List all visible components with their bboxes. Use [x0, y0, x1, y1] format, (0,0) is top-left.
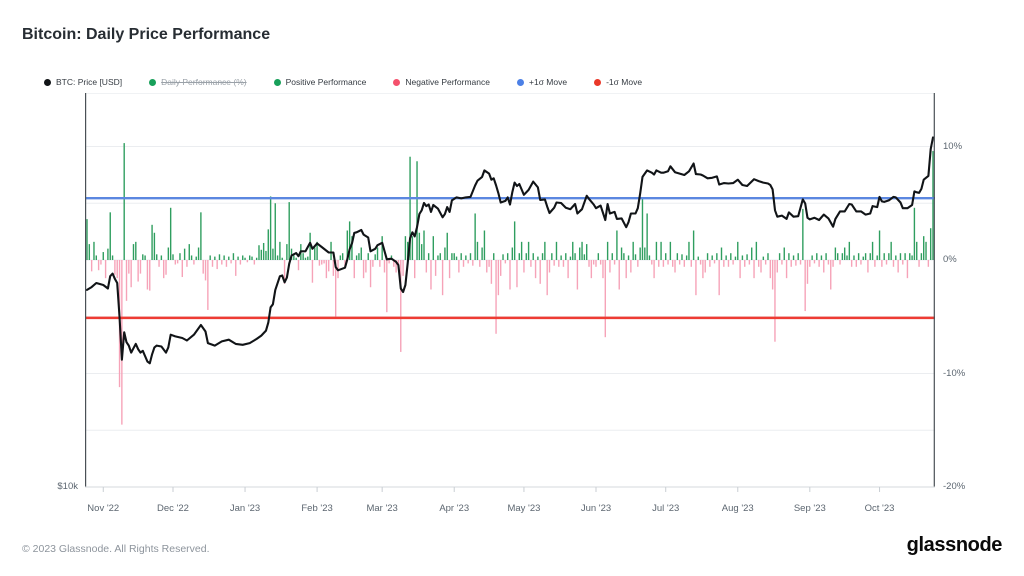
- x-axis-month-label: Jun '23: [566, 503, 626, 514]
- daily-performance-bars: [87, 143, 933, 424]
- btc-price-line: [87, 137, 933, 363]
- x-axis-month-label: Oct '23: [850, 503, 910, 514]
- x-axis-month-label: Mar '23: [352, 503, 412, 514]
- price-performance-chart[interactable]: [85, 93, 935, 493]
- x-axis-month-label: Dec '22: [143, 503, 203, 514]
- y-axis-right-tick-label: -20%: [943, 481, 965, 492]
- legend-item-label: BTC: Price [USD]: [56, 77, 122, 87]
- x-axis-month-label: Sep '23: [780, 503, 840, 514]
- legend-dot-icon: [44, 79, 51, 86]
- legend-item-label: -1σ Move: [606, 77, 642, 87]
- x-axis-month-label: Aug '23: [708, 503, 768, 514]
- y-axis-right-tick-label: 10%: [943, 141, 962, 152]
- legend-item-label: +1σ Move: [529, 77, 567, 87]
- y-axis-right-tick-label: 0%: [943, 254, 957, 265]
- page-title: Bitcoin: Daily Price Performance: [22, 26, 270, 44]
- legend-dot-icon: [149, 79, 156, 86]
- chart-legend: BTC: Price [USD] Daily Performance (%) Pos…: [44, 77, 642, 87]
- legend-dot-icon: [517, 79, 524, 86]
- legend-dot-icon: [274, 79, 281, 86]
- x-axis-month-label: Nov '22: [73, 503, 133, 514]
- legend-item-label: Daily Performance (%): [161, 77, 247, 87]
- glassnode-chart-page: { "title": "Bitcoin: Daily Price Perform…: [0, 0, 1024, 576]
- x-axis-month-label: Apr '23: [424, 503, 484, 514]
- legend-item-label: Negative Performance: [405, 77, 490, 87]
- legend-item-positive-performance[interactable]: Positive Performance: [274, 77, 367, 87]
- x-axis-month-label: Jul '23: [636, 503, 696, 514]
- legend-item-btc-price-usd[interactable]: BTC: Price [USD]: [44, 77, 122, 87]
- glassnode-logo: glassnode: [907, 534, 1002, 557]
- y-axis-right-tick-label: -10%: [943, 368, 965, 379]
- x-axis-month-label: May '23: [494, 503, 554, 514]
- axis-borders: [85, 93, 935, 492]
- x-axis-month-label: Feb '23: [287, 503, 347, 514]
- legend-item-1-move[interactable]: +1σ Move: [517, 77, 567, 87]
- copyright-text: © 2023 Glassnode. All Rights Reserved.: [22, 543, 210, 555]
- legend-item-daily-performance[interactable]: Daily Performance (%): [149, 77, 247, 87]
- legend-item-negative-performance[interactable]: Negative Performance: [393, 77, 490, 87]
- chart-plot-area[interactable]: [85, 93, 935, 493]
- legend-item-label: Positive Performance: [286, 77, 367, 87]
- x-axis-month-label: Jan '23: [215, 503, 275, 514]
- legend-dot-icon: [594, 79, 601, 86]
- legend-dot-icon: [393, 79, 400, 86]
- legend-item-1-move[interactable]: -1σ Move: [594, 77, 642, 87]
- y-axis-left-label: $10k: [20, 481, 78, 492]
